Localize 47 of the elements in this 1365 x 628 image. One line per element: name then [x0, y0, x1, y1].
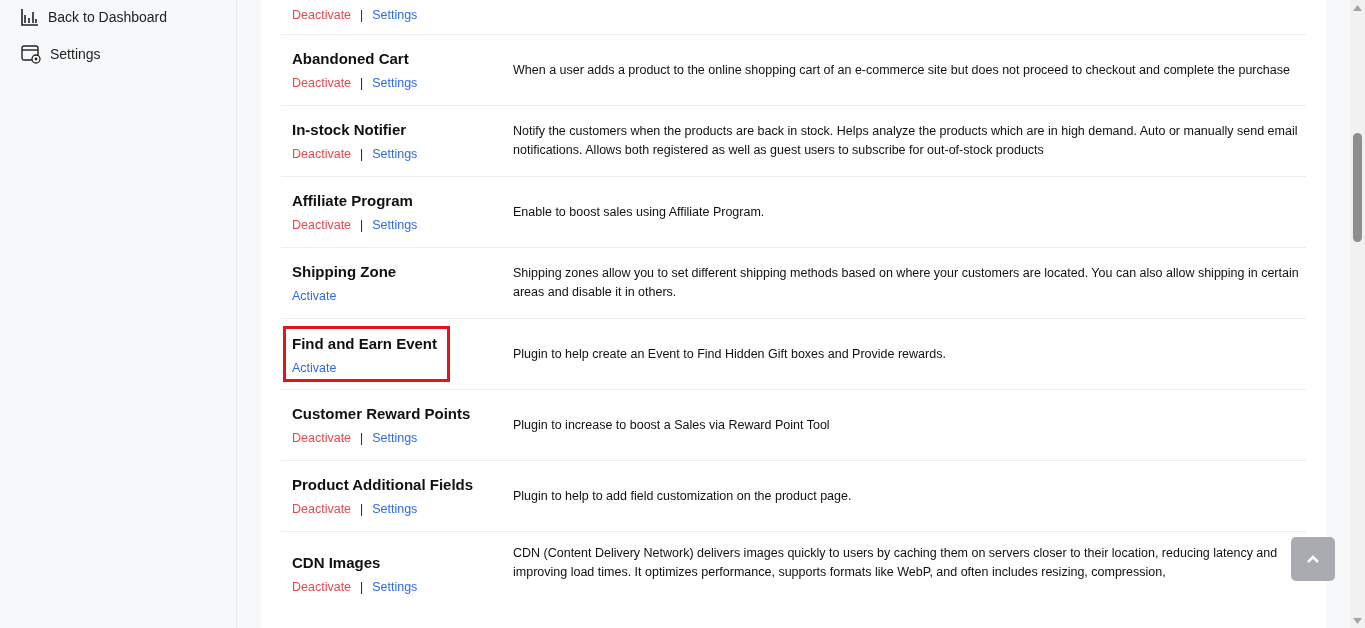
settings-link[interactable]: Settings	[372, 218, 418, 232]
settings-link[interactable]: Settings	[372, 431, 418, 445]
plugin-title: Find and Earn Event	[292, 335, 438, 352]
deactivate-link[interactable]: Deactivate	[292, 8, 352, 22]
settings-link[interactable]: Settings	[372, 76, 418, 90]
plugin-title: Customer Reward Points	[292, 405, 471, 422]
deactivate-link[interactable]: Deactivate	[292, 431, 352, 445]
separator: |	[360, 8, 364, 22]
plugin-description: Plugin to help to add field customization on the product page.	[512, 487, 853, 505]
plugin-description: When a user adds a product to the online shopping cart of an e-commerce site but does not proceed to checkout and complete the purchase	[512, 61, 1291, 79]
activate-link[interactable]: Activate	[292, 289, 337, 303]
separator: |	[360, 218, 364, 232]
chevron-up-icon	[1307, 555, 1319, 563]
plugin-description: Plugin to help create an Event to Find Hidden Gift boxes and Provide rewards.	[512, 345, 947, 363]
sidebar-item[interactable]: Back to Dashboard	[0, 6, 168, 28]
separator: |	[360, 579, 364, 594]
activate-link[interactable]: Activate	[292, 361, 337, 375]
sidebar-item[interactable]: Settings	[0, 43, 101, 65]
separator: |	[360, 502, 364, 516]
deactivate-link[interactable]: Deactivate	[292, 218, 352, 232]
plugin-description: Plugin to increase to boost a Sales via Reward Point Tool	[512, 416, 831, 434]
browser-gear-icon	[21, 44, 41, 64]
deactivate-link[interactable]: Deactivate	[292, 579, 352, 594]
plugin-title: In-stock Notifier	[292, 121, 407, 138]
settings-link[interactable]: Settings	[372, 502, 418, 516]
bar-chart-icon	[21, 8, 39, 26]
plugin-description: Shipping zones allow you to set different shipping methods based on where your customers are located. You can also allow shipping in certain areas and disable it in others.	[512, 265, 1300, 301]
scroll-to-top-button[interactable]	[1291, 537, 1335, 581]
plugin-description: Notify the customers when the products are back in stock. Helps analyze the products which are in high demand. Auto or manually send email notifications. Allows both registered as well as guest users to subscribe for out-of-stock products	[512, 123, 1299, 159]
plugin-title: Shipping Zone	[292, 263, 397, 280]
settings-link[interactable]: Settings	[372, 147, 418, 161]
scrollbar-thumb[interactable]	[1353, 133, 1362, 242]
deactivate-link[interactable]: Deactivate	[292, 147, 352, 161]
settings-link[interactable]: Settings	[372, 8, 418, 22]
plugin-description: Enable to boost sales using Affiliate Program.	[512, 203, 766, 221]
plugin-title: Affiliate Program	[292, 192, 413, 209]
plugin-description: CDN (Content Delivery Network) delivers images quickly to users by caching them on servers closer to their location, reducing latency and improving load times. It optimizes performance, supports formats like WebP, and often includes resizing, compression,	[512, 545, 1279, 581]
plugin-title: Product Additional Fields	[292, 476, 474, 493]
separator: |	[360, 431, 364, 445]
deactivate-link[interactable]: Deactivate	[292, 76, 352, 90]
scrollbar[interactable]	[1350, 0, 1365, 628]
separator: |	[360, 76, 364, 90]
plugin-title: CDN Images	[292, 553, 381, 571]
settings-link[interactable]: Settings	[372, 579, 418, 594]
deactivate-link[interactable]: Deactivate	[292, 502, 352, 516]
separator: |	[360, 147, 364, 161]
plugin-title: Abandoned Cart	[292, 50, 409, 67]
